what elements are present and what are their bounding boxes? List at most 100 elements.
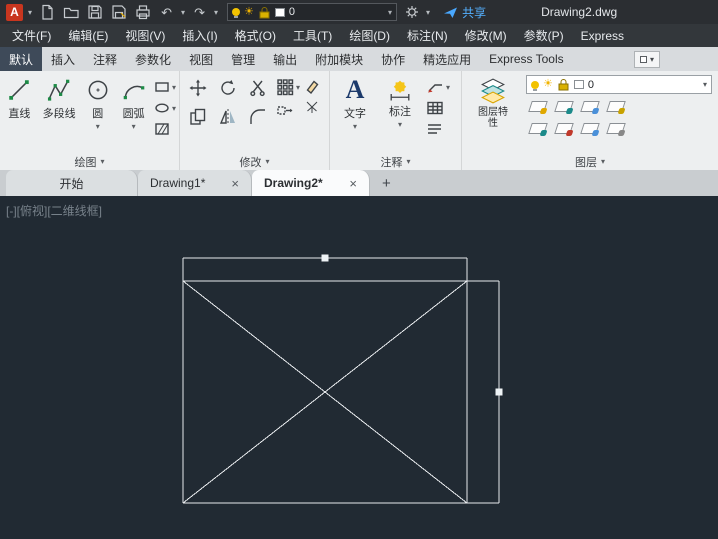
ribbon-tab[interactable]: 注释: [84, 47, 126, 71]
text-tool[interactable]: A 文字 ▾: [336, 71, 374, 153]
file-tab[interactable]: 开始: [6, 170, 138, 196]
qat-layer-caret-icon[interactable]: ▾: [388, 8, 392, 17]
layer-properties-button[interactable]: 图层特性: [468, 71, 518, 153]
close-tab-icon[interactable]: ×: [231, 176, 239, 191]
open-button[interactable]: [61, 3, 80, 22]
menu-item[interactable]: 文件(F): [12, 27, 51, 44]
panel-modify: ▾ 修改 ▾: [180, 71, 330, 170]
sun-icon: ☀: [543, 78, 553, 90]
file-tab[interactable]: Drawing1* ×: [138, 170, 252, 196]
ribbon-tab-strip: 默认 插入 注释 参数化 视图 管理 输出 附加模块 协作 精选应用 Express Tools: [0, 47, 573, 71]
menu-item[interactable]: 工具(T): [293, 27, 332, 44]
menu-item[interactable]: 标注(N): [407, 27, 448, 44]
undo-button[interactable]: ↶: [157, 3, 176, 22]
ellipse-tool[interactable]: ▾: [154, 100, 176, 116]
panel-label-draw[interactable]: 绘图 ▾: [0, 153, 179, 170]
layers-panel-caret-icon: ▾: [600, 157, 605, 166]
layer-state-icon[interactable]: [606, 123, 626, 136]
stretch-tool[interactable]: [276, 101, 300, 119]
menu-item[interactable]: 绘图(D): [349, 27, 390, 44]
arc-tool[interactable]: 圆弧 ▾: [116, 71, 151, 153]
viewport[interactable]: [-][俯视][二维线框]: [0, 196, 718, 539]
menu-item[interactable]: 参数(P): [524, 27, 564, 44]
plot-button[interactable]: [133, 3, 152, 22]
ellipse-icon: [155, 103, 169, 113]
text-caret-icon[interactable]: ▾: [353, 122, 357, 131]
menu-item[interactable]: 修改(M): [465, 27, 507, 44]
dimension-caret-icon[interactable]: ▾: [398, 120, 402, 129]
layer-isolate-icon[interactable]: [554, 101, 574, 114]
ribbon-tab[interactable]: 附加模块: [306, 47, 372, 71]
panel-label-modify[interactable]: 修改 ▾: [180, 153, 329, 170]
autocad-logo[interactable]: A: [6, 3, 23, 21]
layer-off-icon[interactable]: [528, 101, 548, 114]
circle-caret-icon[interactable]: ▾: [96, 122, 100, 131]
ribbon-tab[interactable]: 输出: [264, 47, 306, 71]
ellipse-caret-icon: ▾: [171, 103, 176, 113]
circle-tool[interactable]: 圆 ▾: [82, 71, 113, 153]
layer-freeze-icon[interactable]: [580, 101, 600, 114]
new-file-button[interactable]: [37, 3, 56, 22]
mtext-lines-tool[interactable]: [426, 121, 450, 137]
explode-tool[interactable]: [304, 99, 320, 115]
move-tool[interactable]: [188, 78, 208, 103]
ribbon-tab[interactable]: Express Tools: [480, 47, 572, 71]
polyline-tool[interactable]: 多段线: [39, 71, 80, 153]
ribbon-layer-value: 0: [587, 78, 594, 91]
menu-item[interactable]: 视图(V): [125, 27, 165, 44]
dimension-tool[interactable]: 标注 ▾: [380, 71, 420, 153]
redo-caret-icon[interactable]: ▾: [214, 8, 218, 17]
ribbon-tab[interactable]: 管理: [222, 47, 264, 71]
menu-item[interactable]: 格式(O): [235, 27, 276, 44]
ribbon-layer-combo[interactable]: ☀ 0 ▾: [526, 75, 712, 94]
save-button[interactable]: [85, 3, 104, 22]
menu-item[interactable]: Express: [581, 29, 624, 43]
leader-tool[interactable]: ▾: [426, 79, 450, 95]
ribbon-display-icon: [639, 55, 647, 63]
array-tool[interactable]: ▾: [276, 78, 300, 96]
ribbon-tab[interactable]: 协作: [372, 47, 414, 71]
save-as-button[interactable]: [109, 3, 128, 22]
rotate-tool[interactable]: [218, 78, 238, 103]
share-button[interactable]: 共享: [443, 4, 486, 21]
layer-walk-icon[interactable]: [580, 123, 600, 136]
trim-tool[interactable]: [248, 78, 268, 103]
ribbon: 直线 多段线 圆 ▾ 圆弧 ▾ ▾ ▾ 绘图 ▾ ▾ 修改 ▾ A 文字 ▾ 标…: [0, 71, 718, 170]
hatch-tool[interactable]: [154, 121, 176, 137]
fillet-tool[interactable]: [248, 107, 268, 132]
arc-icon: [123, 85, 144, 100]
layer-lock-icon[interactable]: [606, 101, 626, 114]
menu-item[interactable]: 插入(I): [182, 27, 217, 44]
bulb-icon: [232, 8, 241, 18]
line-tool[interactable]: 直线: [3, 71, 36, 153]
rectangle-tool[interactable]: ▾: [154, 79, 176, 95]
ribbon-tab[interactable]: 默认: [0, 47, 43, 71]
redo-button[interactable]: ↷: [190, 3, 209, 22]
undo-caret-icon[interactable]: ▾: [181, 8, 185, 17]
ribbon-layer-caret-icon[interactable]: ▾: [703, 80, 707, 89]
qat-layer-combo[interactable]: ☀ 0 ▾: [227, 3, 398, 21]
ribbon-tab[interactable]: 参数化: [126, 47, 180, 71]
panel-label-annotate[interactable]: 注释 ▾: [330, 153, 461, 170]
customize-button[interactable]: [402, 3, 421, 22]
customize-caret-icon[interactable]: ▾: [426, 8, 430, 17]
grip-handle[interactable]: [495, 388, 503, 396]
erase-tool[interactable]: [304, 78, 320, 94]
new-drawing-button[interactable]: +: [382, 175, 391, 192]
copy-tool[interactable]: [188, 107, 208, 132]
panel-label-layers[interactable]: 图层 ▾: [462, 153, 718, 170]
ribbon-tab[interactable]: 视图: [180, 47, 222, 71]
mirror-tool[interactable]: [218, 107, 238, 132]
menu-item[interactable]: 编辑(E): [68, 27, 108, 44]
layer-match-icon[interactable]: [528, 123, 548, 136]
grip-handle[interactable]: [321, 254, 329, 262]
layer-previous-icon[interactable]: [554, 123, 574, 136]
file-tab[interactable]: Drawing2* ×: [252, 170, 370, 196]
table-tool[interactable]: [426, 100, 450, 116]
ribbon-tab[interactable]: 精选应用: [414, 47, 480, 71]
app-menu-caret-icon[interactable]: ▾: [28, 8, 32, 17]
ribbon-options-button[interactable]: ▾: [633, 50, 660, 68]
ribbon-tab[interactable]: 插入: [42, 47, 84, 71]
arc-caret-icon[interactable]: ▾: [132, 122, 136, 131]
close-tab-icon[interactable]: ×: [349, 176, 357, 191]
